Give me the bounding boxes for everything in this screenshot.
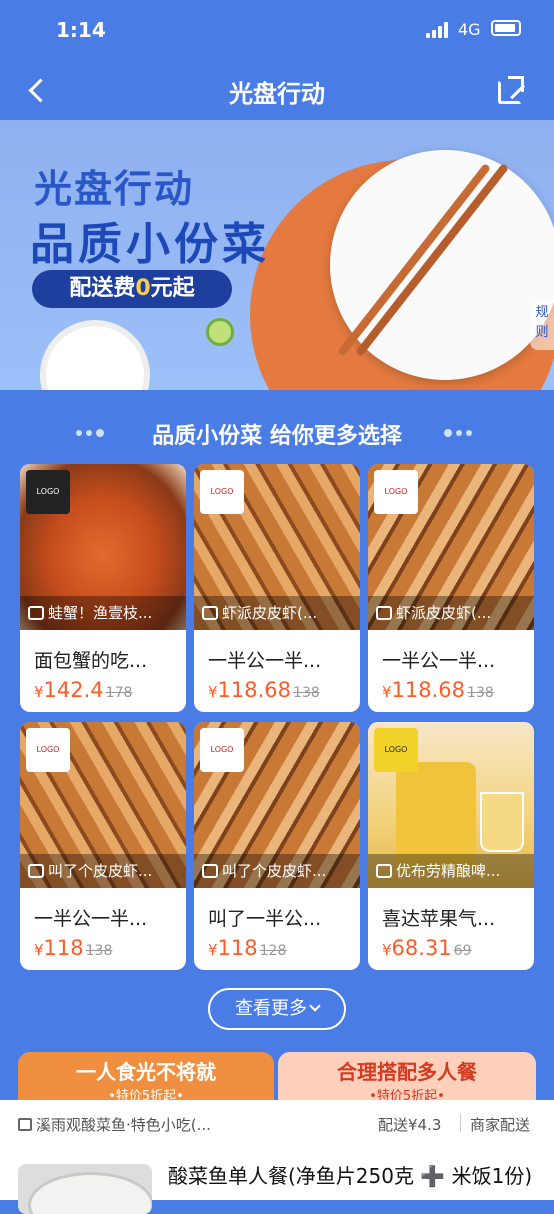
shop-logo-icon: LOGO bbox=[200, 728, 244, 772]
original-price: 138 bbox=[293, 685, 320, 701]
product-card[interactable]: LOGO 虾派皮皮虾(... 一半公一半... ¥118.68 138 bbox=[368, 464, 534, 712]
cucumber-image bbox=[206, 318, 234, 346]
view-more-button[interactable]: 查看更多 bbox=[208, 988, 346, 1030]
product-card[interactable]: LOGO 叫了个皮皮虾... 叫了一半公... ¥118 128 bbox=[194, 722, 360, 970]
shop-label: 叫了个皮皮虾... bbox=[194, 854, 360, 888]
banner-heading: 光盘行动 bbox=[34, 167, 195, 211]
product-card[interactable]: LOGO 叫了个皮皮虾... 一半公一半... ¥118 138 bbox=[20, 722, 186, 970]
store-icon bbox=[202, 606, 218, 620]
battery-icon bbox=[491, 20, 521, 36]
pill-suffix: 元起 bbox=[150, 276, 195, 301]
product-price: ¥142.4 178 bbox=[34, 678, 133, 702]
shop-label: 虾派皮皮虾(... bbox=[194, 596, 360, 630]
delivery-fee-pill: 配送费0元起 bbox=[32, 270, 232, 308]
store-listing[interactable]: 溪雨观酸菜鱼·特色小吃(... 配送¥4.3 商家配送 酸菜鱼单人餐(净鱼片25… bbox=[0, 1100, 554, 1214]
product-name: 一半公一半... bbox=[382, 650, 496, 672]
shop-logo-icon: LOGO bbox=[26, 728, 70, 772]
product-card[interactable]: LOGO 虾派皮皮虾(... 一半公一半... ¥118.68 138 bbox=[194, 464, 360, 712]
product-name: 面包蟹的吃... bbox=[34, 650, 148, 672]
delivery-type: 商家配送 bbox=[470, 1116, 531, 1134]
status-bar: 1:14 4G bbox=[0, 0, 554, 60]
product-price: ¥118 138 bbox=[34, 936, 113, 960]
rules-label: 规则 bbox=[535, 305, 549, 340]
store-icon bbox=[28, 606, 44, 620]
chevron-down-icon bbox=[309, 1000, 321, 1012]
pill-zero: 0 bbox=[135, 276, 151, 301]
original-price: 138 bbox=[85, 943, 113, 959]
product-name: 喜达苹果气... bbox=[382, 908, 496, 930]
signal-icon bbox=[426, 22, 450, 38]
tab-single-meal[interactable]: 一人食光不将就 •特价5折起• bbox=[18, 1052, 274, 1104]
banner-subheading: 品质小份菜 bbox=[30, 219, 270, 270]
tab-group-meal[interactable]: 合理搭配多人餐 •特价5折起• bbox=[278, 1052, 536, 1104]
original-price: 69 bbox=[453, 943, 472, 959]
original-price: 138 bbox=[467, 685, 494, 701]
page-title: 光盘行动 bbox=[229, 80, 325, 108]
shop-label: 叫了个皮皮虾... bbox=[20, 854, 186, 888]
pill-prefix: 配送费 bbox=[69, 276, 136, 301]
product-name: 一半公一半... bbox=[34, 908, 148, 930]
product-price: ¥118.68 138 bbox=[208, 678, 320, 702]
shop-label: 虾派皮皮虾(... bbox=[368, 596, 534, 630]
divider bbox=[460, 1114, 461, 1132]
shop-logo-icon: LOGO bbox=[26, 470, 70, 514]
delivery-fee: 配送¥4.3 bbox=[378, 1116, 442, 1134]
store-name[interactable]: 溪雨观酸菜鱼·特色小吃(... bbox=[18, 1114, 211, 1135]
banner-bowl-image bbox=[40, 320, 150, 390]
network-label: 4G bbox=[458, 20, 481, 39]
store-icon bbox=[376, 606, 392, 620]
original-price: 178 bbox=[105, 685, 133, 701]
shop-label: 蛙蟹！渔壹枝... bbox=[20, 596, 186, 630]
status-time: 1:14 bbox=[56, 18, 106, 42]
nav-bar: 光盘行动 bbox=[0, 60, 554, 120]
shop-logo-icon: LOGO bbox=[374, 470, 418, 514]
dish-name[interactable]: 酸菜鱼单人餐(净鱼片250克 ➕ 米饭1份) bbox=[168, 1162, 548, 1190]
store-icon bbox=[202, 864, 218, 878]
shop-label: 优布劳精酿啤... bbox=[368, 854, 534, 888]
product-card[interactable]: LOGO 优布劳精酿啤... 喜达苹果气... ¥68.31 69 bbox=[368, 722, 534, 970]
shop-logo-icon: LOGO bbox=[200, 470, 244, 514]
product-price: ¥118 128 bbox=[208, 936, 287, 960]
product-price: ¥118.68 138 bbox=[382, 678, 494, 702]
promo-banner[interactable]: 光盘行动 品质小份菜 配送费0元起 规则 bbox=[0, 120, 554, 390]
decor-dots-icon bbox=[444, 428, 480, 440]
share-icon[interactable] bbox=[494, 72, 530, 108]
product-card[interactable]: LOGO 蛙蟹！渔壹枝... 面包蟹的吃... ¥142.4 178 bbox=[20, 464, 186, 712]
tab-title: 一人食光不将就 bbox=[76, 1060, 216, 1084]
rules-button[interactable]: 规则 bbox=[530, 300, 554, 350]
dish-thumbnail[interactable] bbox=[18, 1164, 152, 1214]
tab-title: 合理搭配多人餐 bbox=[337, 1060, 477, 1084]
store-icon bbox=[376, 864, 392, 878]
shop-logo-icon: LOGO bbox=[374, 728, 418, 772]
original-price: 128 bbox=[259, 943, 287, 959]
product-name: 叫了一半公... bbox=[208, 908, 322, 930]
store-icon bbox=[28, 864, 44, 878]
store-icon bbox=[18, 1118, 32, 1131]
product-price: ¥68.31 69 bbox=[382, 936, 472, 960]
product-name: 一半公一半... bbox=[208, 650, 322, 672]
